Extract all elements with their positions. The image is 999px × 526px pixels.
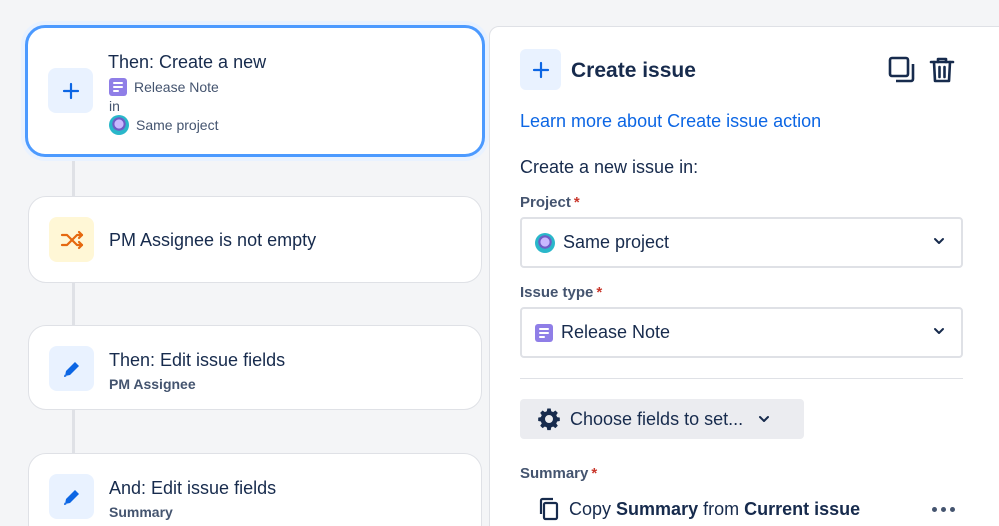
project-label: Same project (136, 117, 219, 133)
duplicate-icon (888, 56, 915, 83)
copy-source: Current issue (744, 498, 861, 519)
choose-fields-button[interactable]: Choose fields to set... (520, 399, 804, 439)
card-title: Then: Create a new (108, 52, 267, 72)
section-divider (520, 378, 963, 379)
shuffle-icon (49, 217, 94, 262)
choose-fields-label: Choose fields to set... (570, 408, 744, 429)
card-subtitle: PM Assignee (109, 376, 196, 392)
pencil-icon (49, 474, 94, 519)
project-field-label: Project * (520, 194, 580, 211)
gear-icon (538, 408, 560, 431)
card-subtitle: Summary (109, 504, 173, 520)
plus-icon (520, 49, 561, 90)
pencil-icon (49, 346, 94, 391)
issue-type-label-text: Issue type (520, 284, 594, 301)
flow-connector (72, 156, 75, 196)
learn-more-link[interactable]: Learn more about Create issue action (520, 111, 821, 132)
issue-type-field-label: Issue type * (520, 284, 602, 301)
release-note-icon (535, 323, 553, 342)
issue-type-meta: Release Note (109, 78, 219, 96)
project-select[interactable]: Same project (520, 217, 963, 268)
issue-type-select-value: Release Note (561, 322, 671, 342)
copy-field-name: Summary (616, 498, 699, 519)
project-avatar-icon (535, 232, 555, 253)
copy-prefix: Copy (569, 498, 612, 519)
in-label: in (109, 98, 120, 114)
card-title: And: Edit issue fields (109, 478, 277, 498)
project-meta: Same project (109, 115, 218, 135)
copy-from: from (703, 498, 740, 519)
chevron-down-icon (934, 328, 944, 334)
panel-title: Create issue (571, 59, 696, 82)
create-in-text: Create a new issue in: (520, 157, 699, 177)
card-title: Then: Edit issue fields (109, 350, 286, 370)
trash-icon (929, 57, 955, 83)
condition-card[interactable]: PM Assignee is not empty (28, 196, 482, 283)
issue-type-select[interactable]: Release Note (520, 307, 963, 358)
project-avatar-icon (109, 115, 129, 135)
card-title: PM Assignee is not empty (109, 230, 317, 250)
plus-icon (48, 68, 93, 113)
required-mark: * (591, 465, 598, 482)
copy-text: Copy Summary from Current issue (569, 499, 860, 520)
summary-field-label: Summary * (520, 465, 597, 482)
chevron-down-icon (759, 416, 770, 422)
project-select-value: Same project (563, 232, 670, 252)
summary-label-text: Summary (520, 465, 589, 482)
release-note-icon (109, 78, 127, 96)
project-label-text: Project (520, 194, 571, 211)
delete-button[interactable] (926, 54, 958, 86)
flow-connector (72, 410, 75, 453)
edit-fields-card[interactable]: Then: Edit issue fields PM Assignee (28, 325, 482, 410)
duplicate-button[interactable] (886, 54, 918, 86)
edit-fields-card[interactable]: And: Edit issue fields Summary (28, 453, 482, 526)
summary-copy-row[interactable]: Copy Summary from Current issue (538, 497, 860, 521)
copy-icon (539, 497, 559, 521)
more-icon[interactable] (928, 497, 958, 521)
create-issue-action-card[interactable]: Then: Create a new Release Note in Same … (25, 25, 485, 157)
required-mark: * (573, 194, 580, 211)
action-config-panel: Create issue Learn more about Create iss… (489, 26, 999, 526)
required-mark: * (596, 284, 603, 301)
chevron-down-icon (934, 238, 944, 244)
issue-type-label: Release Note (134, 79, 219, 95)
flow-connector (72, 283, 75, 325)
